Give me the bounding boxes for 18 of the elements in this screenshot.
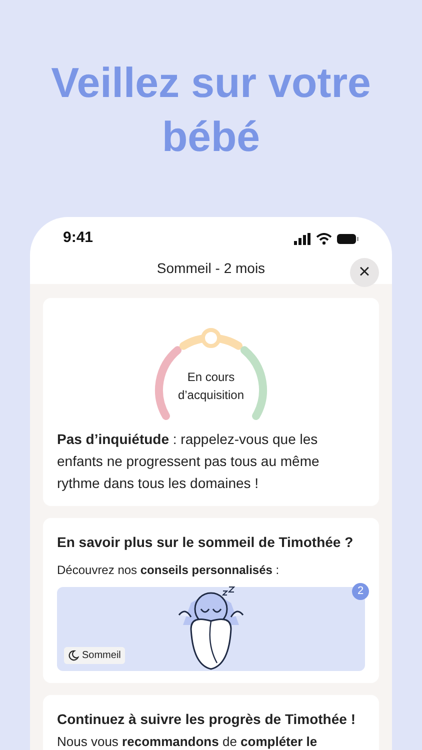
advice-subtitle: Découvrez nos conseils personnalisés : xyxy=(57,562,280,579)
status-time: 9:41 xyxy=(63,228,94,248)
close-button[interactable]: × xyxy=(350,258,379,288)
gauge-arc-mid xyxy=(179,334,243,350)
moon-icon xyxy=(68,650,79,661)
gauge-knob xyxy=(201,328,221,348)
reassurance-text: Pas d’inquiétude : rappelez-vous que les enfants ne progressent pas tous au même rythme dans tous les domaines ! xyxy=(57,430,320,493)
headline: Veillez sur votre bébé xyxy=(50,58,372,162)
progress-text: Nous vous recommandons de compléter le xyxy=(57,734,318,750)
battery-icon xyxy=(337,232,359,245)
tag-label: Sommeil xyxy=(82,649,121,663)
progress-title: Continuez à suivre les progrès de Timothée ! xyxy=(57,710,356,729)
count-badge: 2 xyxy=(352,583,369,600)
gauge-label: En cours d’acquisition xyxy=(176,369,246,404)
advice-title: En savoir plus sur le sommeil de Timothée ? xyxy=(57,533,354,552)
wifi-icon xyxy=(316,232,332,245)
signal-icon xyxy=(294,232,311,245)
screen-title: Sommeil - 2 mois xyxy=(156,258,266,278)
